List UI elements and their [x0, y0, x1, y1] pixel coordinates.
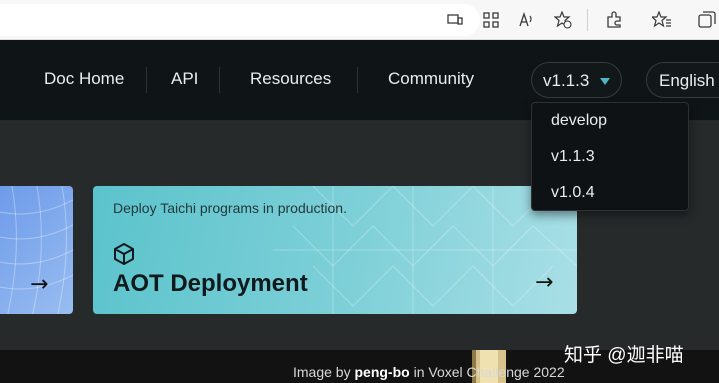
nav-api[interactable]: API [171, 69, 198, 89]
address-bar[interactable] [0, 4, 480, 36]
read-aloud-icon[interactable] [517, 10, 537, 30]
arrow-right-icon: → [30, 272, 49, 297]
favorites-icon[interactable] [652, 10, 672, 30]
nav-divider [146, 67, 147, 93]
zhihu-watermark: 知乎 @迦非喵 [564, 345, 684, 366]
image-credit: Image by peng-bo in Voxel Challenge 2022 [293, 364, 565, 380]
feature-card-aot[interactable]: Deploy Taichi programs in production. AO… [93, 186, 577, 314]
version-option-v1-0-4[interactable]: v1.0.4 [551, 184, 595, 202]
grid-icon[interactable] [481, 10, 501, 30]
version-select-label: v1.1.3 [543, 71, 590, 90]
card-description: Deploy Taichi programs in production. [113, 200, 347, 216]
nav-divider [357, 67, 358, 93]
collections-icon[interactable] [697, 10, 717, 30]
version-select[interactable]: v1.1.3 [531, 62, 622, 98]
add-favorite-icon[interactable] [553, 10, 573, 30]
screen-cast-icon[interactable] [445, 10, 465, 30]
caret-down-icon [600, 78, 610, 85]
card-title: AOT Deployment [113, 270, 308, 297]
arrow-right-icon: → [535, 270, 554, 295]
version-option-develop[interactable]: develop [551, 112, 607, 130]
credit-prefix: Image by [293, 364, 355, 380]
credit-suffix: in Voxel Challenge 2022 [409, 364, 565, 380]
version-option-v1-1-3[interactable]: v1.1.3 [551, 148, 595, 166]
language-select-label: English [659, 71, 715, 90]
language-select[interactable]: English [646, 62, 719, 98]
browser-toolbar [0, 0, 719, 40]
nav-resources[interactable]: Resources [250, 69, 331, 89]
toolbar-divider [587, 9, 588, 31]
nav-doc-home[interactable]: Doc Home [44, 69, 124, 89]
nav-community[interactable]: Community [388, 69, 474, 89]
version-dropdown-menu: develop v1.1.3 v1.0.4 [531, 102, 689, 211]
nav-divider [219, 67, 220, 93]
cube-icon [114, 243, 134, 265]
credit-author-link[interactable]: peng-bo [354, 364, 409, 380]
feature-card-previous[interactable]: → [0, 186, 73, 314]
extensions-icon[interactable] [604, 10, 624, 30]
